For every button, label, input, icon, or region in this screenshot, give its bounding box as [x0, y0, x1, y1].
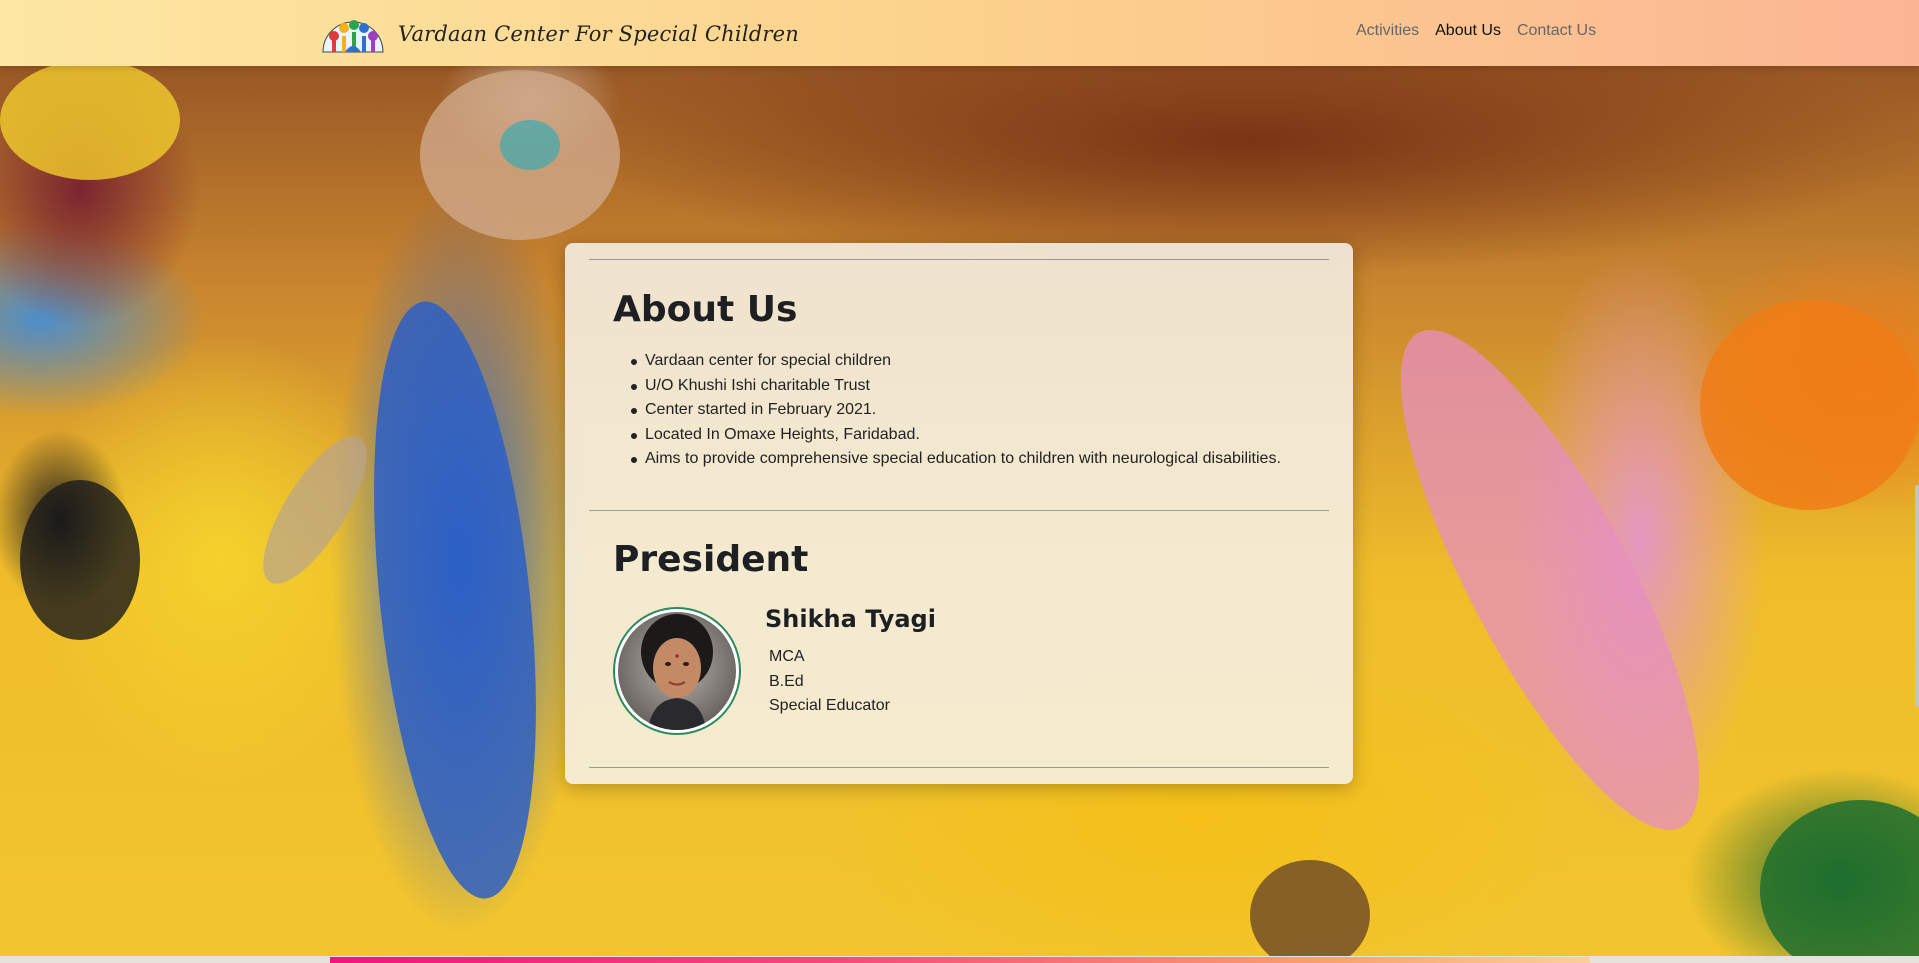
nav-links: Activities About Us Contact Us: [1348, 22, 1604, 40]
about-card: About Us Vardaan center for special chil…: [565, 243, 1353, 784]
list-item: U/O Khushi Ishi charitable Trust: [631, 374, 1281, 399]
list-item: Vardaan center for special children: [631, 349, 1281, 374]
top-navbar: Vardaan Center For Special Children Acti…: [0, 0, 1919, 66]
list-item: Center started in February 2021.: [631, 398, 1281, 423]
about-us-list: Vardaan center for special children U/O …: [631, 349, 1281, 472]
brand-name: Vardaan Center For Special Children: [398, 22, 799, 46]
accent-gradient-line: [330, 957, 1590, 963]
list-item: Aims to provide comprehensive special ed…: [631, 447, 1281, 472]
list-item: Located In Omaxe Heights, Faridabad.: [631, 423, 1281, 448]
president-name: Shikha Tyagi: [765, 605, 936, 633]
qualification-item: Special Educator: [769, 697, 890, 714]
president-photo: [618, 612, 736, 730]
hands-tree-logo-icon: [320, 14, 386, 54]
nav-link-activities[interactable]: Activities: [1348, 22, 1427, 40]
divider: [589, 767, 1329, 768]
nav-link-contact-us[interactable]: Contact Us: [1509, 22, 1604, 40]
brand-link[interactable]: Vardaan Center For Special Children: [320, 14, 799, 54]
qualification-item: MCA: [769, 648, 805, 665]
president-avatar: [613, 607, 741, 735]
president-qualifications: MCA B.Ed Special Educator: [769, 645, 890, 719]
nav-link-about-us[interactable]: About Us: [1427, 22, 1509, 40]
divider: [589, 510, 1329, 511]
scrollbar-thumb[interactable]: [1915, 485, 1919, 707]
qualification-item: B.Ed: [769, 672, 804, 690]
about-us-heading: About Us: [613, 289, 798, 330]
president-heading: President: [613, 539, 809, 580]
divider: [589, 259, 1329, 260]
